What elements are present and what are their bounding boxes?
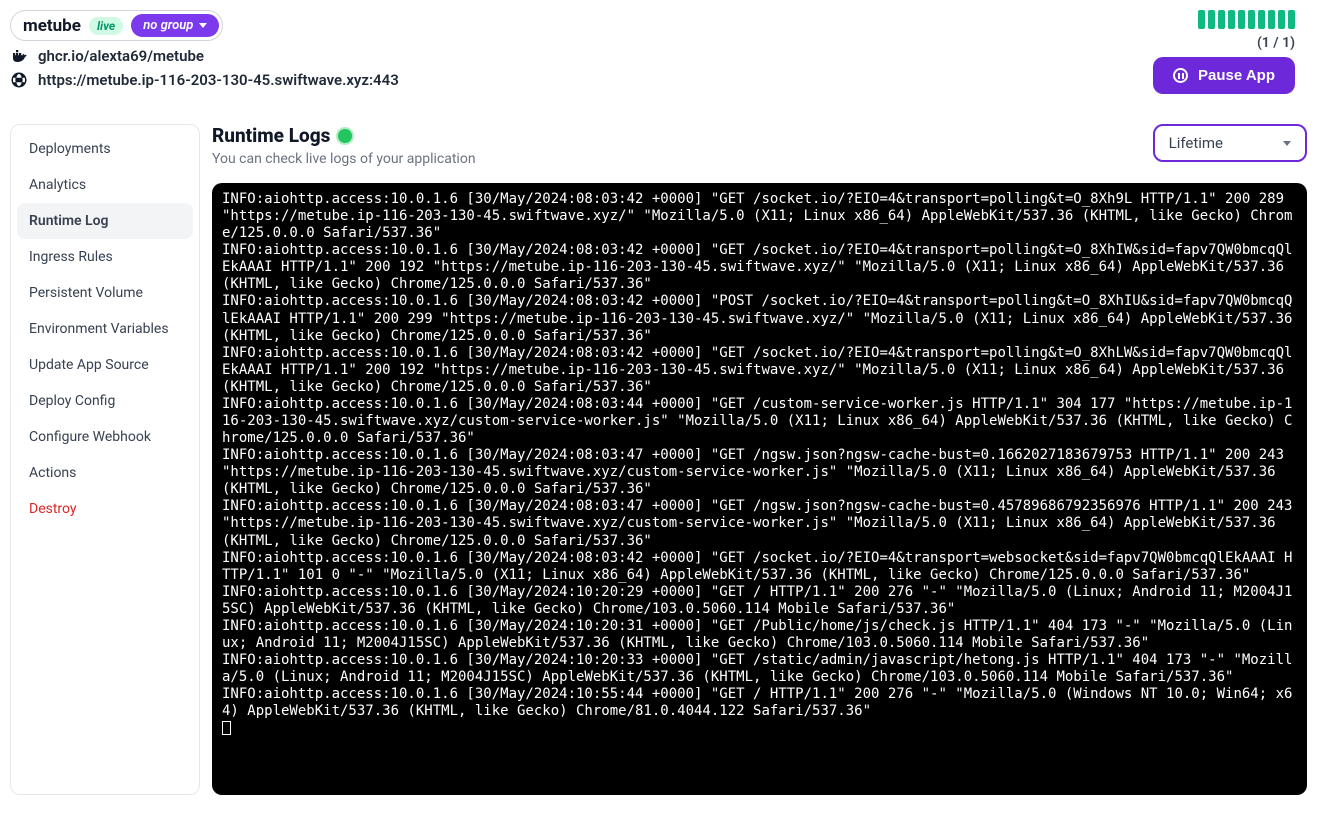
container-image: ghcr.io/alexta69/metube <box>38 47 204 65</box>
replica-count: (1 / 1) <box>1257 35 1295 51</box>
sidebar-item-environment-variables[interactable]: Environment Variables <box>17 311 193 347</box>
sidebar-item-deployments[interactable]: Deployments <box>17 131 193 167</box>
log-output[interactable]: INFO:aiohttp.access:10.0.1.6 [30/May/202… <box>212 183 1307 795</box>
sidebar-item-deploy-config[interactable]: Deploy Config <box>17 383 193 419</box>
page-subtitle: You can check live logs of your applicat… <box>212 151 476 167</box>
time-range-value: Lifetime <box>1169 134 1223 152</box>
health-indicator <box>1198 10 1295 29</box>
sidebar-item-configure-webhook[interactable]: Configure Webhook <box>17 419 193 455</box>
pause-app-button[interactable]: Pause App <box>1153 57 1295 94</box>
image-line: ghcr.io/alexta69/metube <box>10 47 399 65</box>
group-selector[interactable]: no group <box>131 14 219 37</box>
sidebar-item-update-app-source[interactable]: Update App Source <box>17 347 193 383</box>
cursor-icon <box>222 721 231 735</box>
time-range-select[interactable]: Lifetime <box>1153 124 1307 162</box>
live-badge: live <box>89 17 123 35</box>
page-title: Runtime Logs <box>212 124 330 147</box>
sidebar-item-destroy[interactable]: Destroy <box>17 491 193 527</box>
group-label: no group <box>143 18 193 33</box>
sidebar-item-analytics[interactable]: Analytics <box>17 167 193 203</box>
app-url: https://metube.ip-116-203-130-45.swiftwa… <box>38 71 399 89</box>
online-indicator-icon <box>338 129 352 143</box>
app-header-pill: metube live no group <box>10 10 223 41</box>
sidebar-item-persistent-volume[interactable]: Persistent Volume <box>17 275 193 311</box>
url-line[interactable]: https://metube.ip-116-203-130-45.swiftwa… <box>10 71 399 89</box>
docker-icon <box>10 47 28 65</box>
pause-icon <box>1173 68 1188 83</box>
sidebar-item-ingress-rules[interactable]: Ingress Rules <box>17 239 193 275</box>
sidebar: DeploymentsAnalyticsRuntime LogIngress R… <box>10 124 200 795</box>
sidebar-item-actions[interactable]: Actions <box>17 455 193 491</box>
sidebar-item-runtime-log[interactable]: Runtime Log <box>17 203 193 239</box>
pause-label: Pause App <box>1198 67 1275 84</box>
chevron-down-icon <box>199 23 207 28</box>
app-name: metube <box>23 16 81 36</box>
globe-icon <box>10 71 28 89</box>
chevron-down-icon <box>1283 141 1291 146</box>
